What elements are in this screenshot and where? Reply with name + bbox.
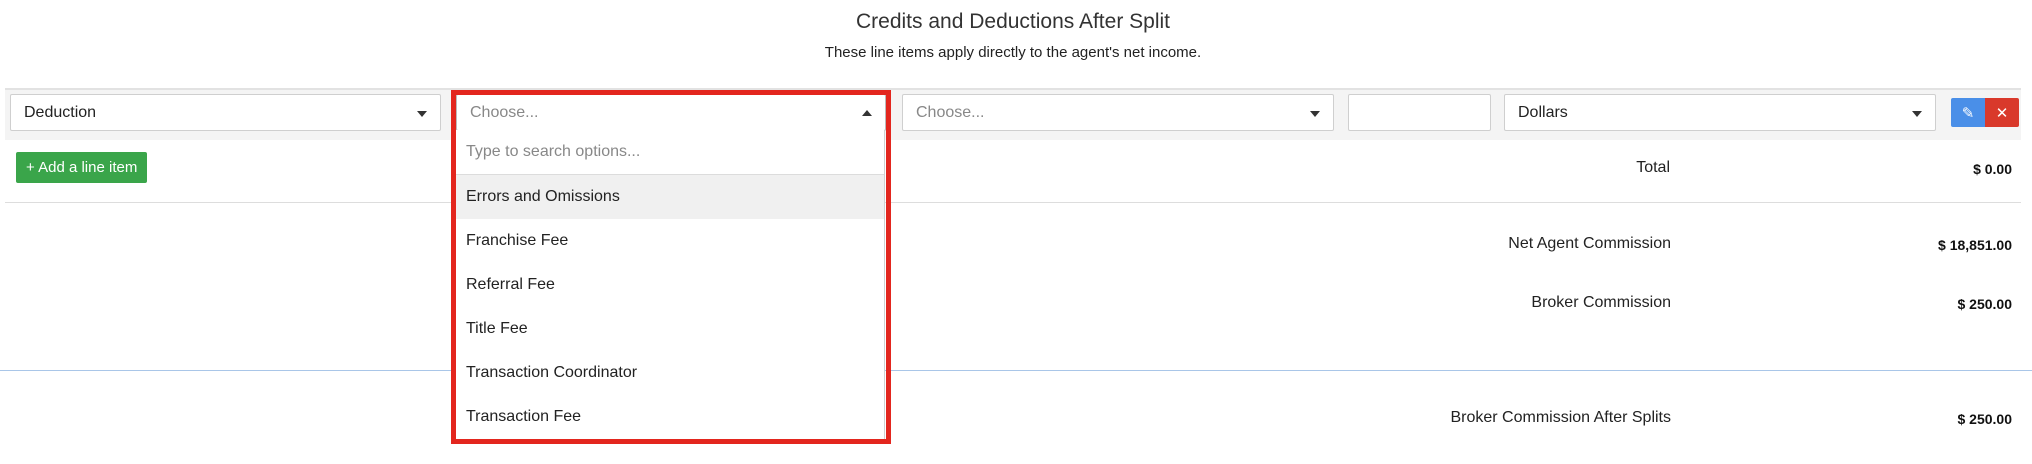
section-title: Credits and Deductions After Split xyxy=(856,10,1170,33)
total-value: $ 0.00 xyxy=(1973,161,2012,177)
chevron-down-icon xyxy=(417,111,427,117)
type-select-value: Deduction xyxy=(24,103,97,121)
broker-commission-value: $ 250.00 xyxy=(1957,296,2013,312)
unit-select-value: Dollars xyxy=(1518,103,1568,121)
dropdown-option[interactable]: Transaction Fee xyxy=(452,395,884,439)
broker-commission-after-splits-value: $ 250.00 xyxy=(1957,411,2013,427)
edit-button[interactable]: ✎ xyxy=(1951,98,1985,127)
dropdown-option[interactable]: Errors and Omissions xyxy=(452,175,884,219)
remove-button[interactable]: ✕ xyxy=(1985,98,2019,127)
section-subtitle: These line items apply directly to the a… xyxy=(824,44,1202,61)
net-agent-commission-value: $ 18,851.00 xyxy=(1938,237,2012,253)
chevron-up-icon xyxy=(862,110,872,116)
add-line-item-button[interactable]: + Add a line item xyxy=(16,152,148,183)
broker-commission-after-splits-label: Broker Commission After Splits xyxy=(1450,409,1671,426)
category-select[interactable]: Choose... xyxy=(456,94,886,131)
chevron-down-icon xyxy=(1912,111,1922,117)
category-select-placeholder: Choose... xyxy=(470,103,539,121)
category-dropdown-menu: Type to search options... Errors and Omi… xyxy=(451,130,885,442)
panel-bottom-border xyxy=(0,370,2032,371)
net-agent-commission-label: Net Agent Commission xyxy=(1508,235,1671,252)
dropdown-option[interactable]: Title Fee xyxy=(452,307,884,351)
subcategory-select[interactable]: Choose... xyxy=(902,94,1334,131)
type-select[interactable]: Deduction xyxy=(10,94,441,131)
subcategory-select-placeholder: Choose... xyxy=(916,103,985,121)
dropdown-option[interactable]: Transaction Coordinator xyxy=(452,351,884,395)
amount-input[interactable] xyxy=(1348,94,1491,131)
close-icon: ✕ xyxy=(1995,104,2009,122)
unit-select[interactable]: Dollars xyxy=(1504,94,1936,131)
chevron-down-icon xyxy=(1310,111,1320,117)
dropdown-option[interactable]: Referral Fee xyxy=(452,263,884,307)
total-label: Total xyxy=(1636,159,1670,176)
dropdown-option[interactable]: Franchise Fee xyxy=(452,219,884,263)
dropdown-search-input[interactable]: Type to search options... xyxy=(452,130,884,175)
divider xyxy=(5,202,2021,203)
pencil-icon: ✎ xyxy=(1961,104,1975,122)
broker-commission-label: Broker Commission xyxy=(1531,294,1671,311)
